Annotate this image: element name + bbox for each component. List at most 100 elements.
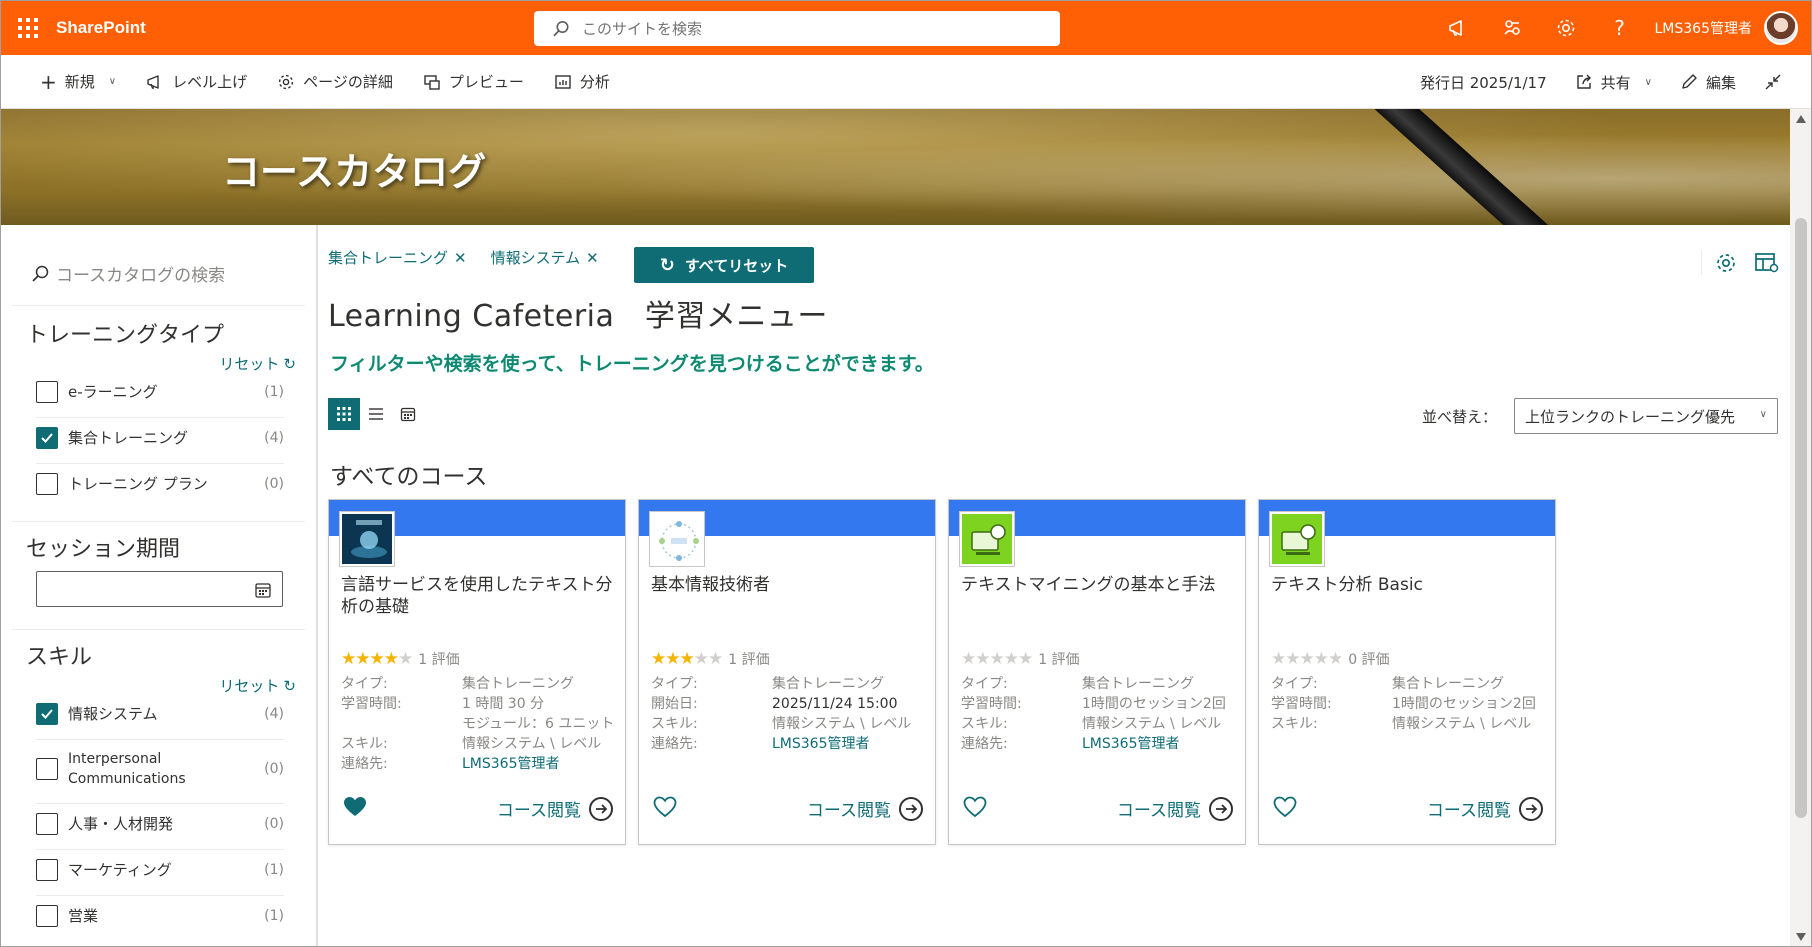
scroll-down-icon[interactable] [1796, 933, 1806, 941]
view-toggle-group [328, 398, 424, 430]
scroll-thumb[interactable] [1795, 218, 1807, 818]
filter-item-count: (1) [264, 384, 284, 400]
help-icon[interactable]: ? [1593, 0, 1647, 55]
filter-item-interpersonal[interactable]: Interpersonal Communications (0) [36, 749, 284, 789]
filter-item-count: (4) [264, 430, 284, 446]
scroll-up-icon[interactable] [1796, 115, 1806, 123]
sort-dropdown[interactable]: 上位ランクのトレーニング優先 ∨ [1514, 398, 1778, 434]
favorite-button[interactable] [343, 796, 367, 822]
plus-icon: + [40, 69, 57, 94]
grid-view-button[interactable] [328, 398, 360, 430]
analytics-button[interactable]: 分析 [554, 71, 610, 92]
meta-value: モジュール：6 ユニット [462, 716, 615, 732]
browse-course-button[interactable]: コース閲覧 [497, 796, 613, 821]
browse-label: コース閲覧 [1116, 801, 1201, 821]
promote-button[interactable]: レベル上げ [146, 71, 247, 92]
brand-name[interactable]: SharePoint [56, 18, 146, 38]
checkbox[interactable] [36, 859, 58, 881]
session-period-date-input[interactable] [36, 571, 283, 607]
new-button[interactable]: + 新規 ∨ [40, 70, 116, 94]
meta-value: 集合トレーニング [1082, 676, 1194, 692]
command-bar: + 新規 ∨ レベル上げ ページの詳細 プレビュー 分析 発行日 2025/1/… [0, 55, 1812, 109]
layout-settings-icon[interactable] [1754, 251, 1780, 275]
favorite-button[interactable] [653, 796, 677, 822]
course-title[interactable]: 基本情報技術者 [651, 574, 927, 596]
favorite-button[interactable] [963, 796, 987, 822]
browse-course-button[interactable]: コース閲覧 [807, 796, 923, 821]
filter-separator [36, 463, 284, 464]
site-search-input[interactable] [582, 19, 1022, 38]
close-icon[interactable]: ✕ [586, 249, 599, 267]
filter-item-label: マーケティング [68, 861, 172, 879]
meta-key: 連絡先: [961, 736, 1008, 752]
course-title[interactable]: テキスト分析 Basic [1271, 574, 1547, 596]
checkbox[interactable] [36, 905, 58, 927]
course-card[interactable]: 言語サービスを使用したテキスト分析の基礎 ★★★★★ 1 評価 タイプ: 集合トレ… [328, 499, 626, 845]
training-type-reset[interactable]: リセット ↻ [219, 353, 296, 374]
filter-chip[interactable]: 情報システム ✕ [491, 247, 599, 268]
checkbox[interactable] [36, 473, 58, 495]
rating-count: 1 評価 [1038, 652, 1080, 668]
browse-course-button[interactable]: コース閲覧 [1117, 796, 1233, 821]
gear-icon[interactable] [1539, 0, 1593, 55]
course-thumbnail [960, 512, 1014, 566]
filter-item-training-plan[interactable]: トレーニング プラン (0) [36, 473, 284, 495]
user-name[interactable]: LMS365管理者 [1655, 18, 1753, 38]
filter-separator [36, 803, 284, 804]
preview-button[interactable]: プレビュー [423, 71, 524, 92]
gear-icon[interactable] [1714, 251, 1738, 275]
checkbox[interactable] [36, 813, 58, 835]
checkbox[interactable] [36, 427, 58, 449]
list-view-button[interactable] [360, 398, 392, 430]
site-search-box[interactable] [534, 11, 1060, 46]
page-details-button[interactable]: ページの詳細 [277, 71, 393, 92]
filter-chip[interactable]: 集合トレーニング ✕ [328, 247, 467, 268]
meta-key: 連絡先: [341, 756, 388, 772]
share-button[interactable]: 共有 ∨ [1575, 72, 1652, 93]
close-icon[interactable]: ✕ [454, 249, 467, 267]
new-label: 新規 [64, 73, 95, 91]
avatar[interactable] [1764, 10, 1798, 45]
filter-item-marketing[interactable]: マーケティング (1) [36, 859, 284, 881]
course-card[interactable]: テキスト分析 Basic ★★★★★ 0 評価 タイプ: 集合トレーニング 学習時… [1258, 499, 1556, 845]
course-title[interactable]: テキストマイニングの基本と手法 [961, 574, 1237, 596]
catalog-search-placeholder[interactable]: コースカタログの検索 [56, 261, 225, 286]
edit-button[interactable]: 編集 [1680, 72, 1736, 93]
contact-link[interactable]: LMS365管理者 [1082, 734, 1237, 754]
filter-item-classroom[interactable]: 集合トレーニング (4) [36, 427, 284, 449]
course-title[interactable]: 言語サービスを使用したテキスト分析の基礎 [341, 574, 617, 618]
skills-reset[interactable]: リセット ↻ [219, 675, 296, 696]
browse-course-button[interactable]: コース閲覧 [1427, 796, 1543, 821]
collapse-icon [1765, 74, 1781, 90]
rating-stars: ★★★★★ [651, 649, 723, 669]
course-rating: ★★★★★ 0 評価 [1271, 649, 1390, 669]
filter-item-sales[interactable]: 営業 (1) [36, 905, 284, 927]
contact-link[interactable]: LMS365管理者 [462, 754, 617, 774]
meta-key: タイプ: [651, 676, 698, 692]
course-card[interactable]: 基本情報技術者 ★★★★★ 1 評価 タイプ: 集合トレーニング 開始日: 2025… [638, 499, 936, 845]
filter-item-elearning[interactable]: e-ラーニング (1) [36, 381, 284, 403]
course-card[interactable]: テキストマイニングの基本と手法 ★★★★★ 1 評価 タイプ: 集合トレーニング … [948, 499, 1246, 845]
filter-item-information-systems[interactable]: 情報システム (4) [36, 703, 284, 725]
reset-all-button[interactable]: ↻ すべてリセット [634, 247, 814, 283]
catalog-search[interactable]: コースカタログの検索 [30, 261, 225, 286]
share-network-icon[interactable] [1485, 0, 1539, 55]
contact-link[interactable]: LMS365管理者 [772, 734, 927, 754]
filter-item-hr[interactable]: 人事・人材開発 (0) [36, 813, 284, 835]
collapse-button[interactable] [1764, 73, 1782, 91]
calendar-icon [255, 583, 271, 598]
checkbox[interactable] [36, 381, 58, 403]
waffle-icon [18, 17, 38, 38]
checkbox[interactable] [36, 703, 58, 725]
checkbox[interactable] [36, 758, 58, 780]
favorite-button[interactable] [1273, 796, 1297, 822]
calendar-view-button[interactable] [392, 398, 424, 430]
app-launcher-button[interactable] [0, 0, 56, 55]
preview-label: プレビュー [448, 73, 524, 91]
suite-bar: SharePoint ? LMS365管理者 [0, 0, 1812, 55]
filter-divider [12, 305, 305, 306]
megaphone-icon[interactable] [1431, 0, 1485, 55]
page-scrollbar[interactable] [1790, 109, 1812, 947]
meta-key: タイプ: [341, 676, 388, 692]
course-meta: タイプ: 集合トレーニング 学習時間: 1 時間 30 分 モジュール：6 ユニット… [341, 674, 617, 774]
